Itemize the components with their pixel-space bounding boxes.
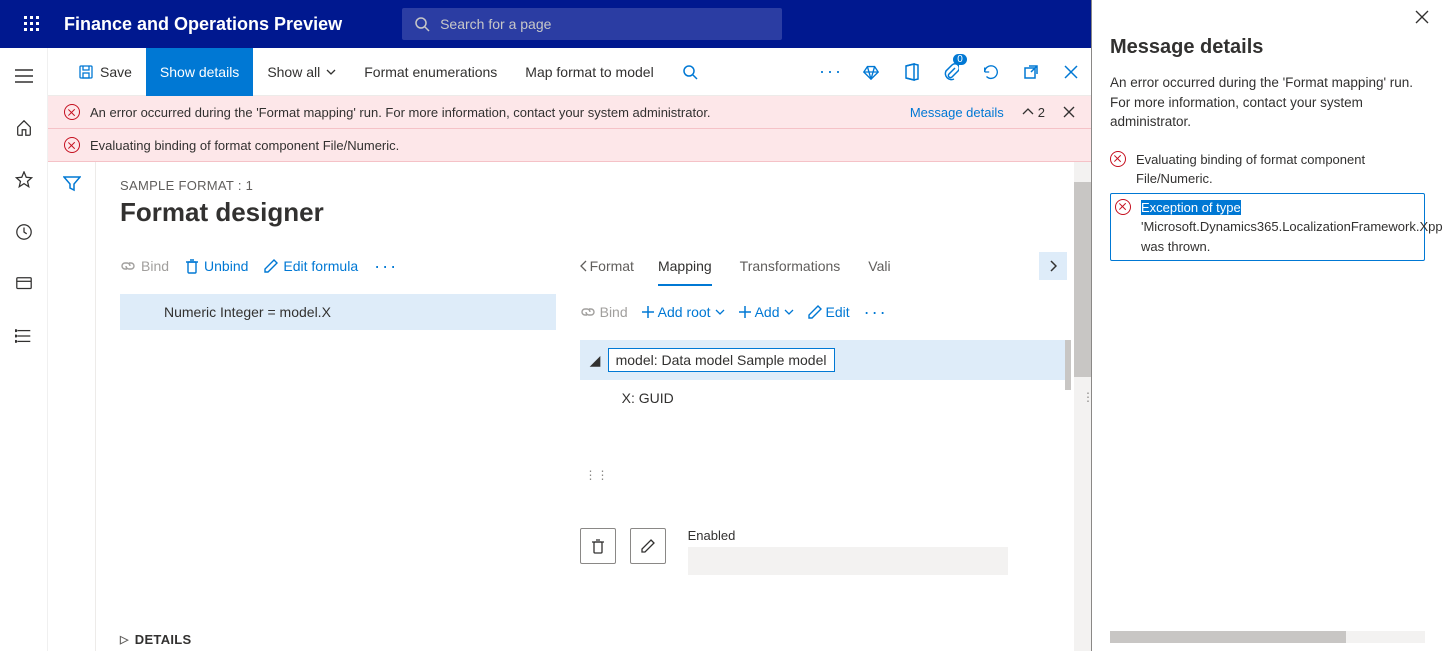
- tab-overflow-icon[interactable]: [1039, 252, 1067, 280]
- home-icon[interactable]: [12, 116, 36, 140]
- mapping-tabs: Format Mapping Transformations Vali: [580, 246, 1067, 286]
- error-icon: [64, 137, 80, 153]
- tree-child-row[interactable]: X: GUID: [580, 380, 1067, 416]
- workspace-icon[interactable]: [12, 272, 36, 296]
- right-toolbar: Bind Add root Add: [580, 292, 1067, 332]
- attach-icon[interactable]: 0: [931, 48, 971, 96]
- error-icon: [1110, 151, 1126, 167]
- panel-hscroll-thumb[interactable]: [1110, 631, 1346, 643]
- app-title: Finance and Operations Preview: [64, 14, 342, 35]
- more-icon[interactable]: ···: [864, 302, 888, 323]
- error-icon: [1115, 199, 1131, 215]
- refresh-icon[interactable]: [971, 48, 1011, 96]
- content: SAMPLE FORMAT : 1 Format designer Bind U…: [96, 162, 1091, 651]
- bind-button[interactable]: Bind: [120, 258, 169, 274]
- hamburger-icon[interactable]: [12, 64, 36, 88]
- show-details-button[interactable]: Show details: [146, 48, 253, 96]
- save-button[interactable]: Save: [64, 48, 146, 96]
- panel-hscroll[interactable]: [1110, 631, 1425, 643]
- more-icon[interactable]: ···: [374, 256, 398, 277]
- error-banner-1: An error occurred during the 'Format map…: [48, 96, 1091, 129]
- show-all-button[interactable]: Show all: [253, 48, 350, 96]
- left-rail: [0, 48, 48, 651]
- search-action-icon[interactable]: [668, 48, 712, 96]
- panel-title: Message details: [1110, 36, 1425, 59]
- caret-right-icon: ▷: [120, 633, 129, 646]
- breadcrumb: SAMPLE FORMAT : 1: [120, 178, 1067, 193]
- tree-root-label[interactable]: model: Data model Sample model: [608, 348, 835, 372]
- banner-collapse[interactable]: 2: [1022, 105, 1045, 120]
- body: SAMPLE FORMAT : 1 Format designer Bind U…: [48, 162, 1091, 651]
- main: Save Show details Show all Format enumer…: [48, 48, 1091, 651]
- more-icon[interactable]: ···: [811, 48, 851, 96]
- attach-badge: 0: [953, 54, 967, 65]
- panel-message-2[interactable]: Exception of type 'Microsoft.Dynamics365…: [1110, 193, 1425, 262]
- panel-message-text: Exception of type 'Microsoft.Dynamics365…: [1141, 198, 1443, 257]
- filter-column: [48, 162, 96, 651]
- search-input[interactable]: Search for a page: [402, 8, 782, 40]
- bottom-tools: Enabled: [580, 528, 1008, 575]
- tab-validations[interactable]: Vali: [854, 246, 904, 286]
- panel-summary: An error occurred during the 'Format map…: [1110, 73, 1425, 132]
- star-icon[interactable]: [12, 168, 36, 192]
- caret-down-icon[interactable]: ◢: [590, 352, 600, 369]
- edit-icon-button[interactable]: [630, 528, 666, 564]
- edit-formula-button[interactable]: Edit formula: [264, 258, 358, 274]
- error-banner-2: Evaluating binding of format component F…: [48, 129, 1091, 162]
- page-title: Format designer: [120, 197, 1067, 228]
- bind-button-right[interactable]: Bind: [580, 304, 628, 320]
- scroll-thumb[interactable]: [1074, 182, 1091, 378]
- tree-root-row[interactable]: ◢ model: Data model Sample model: [580, 340, 1067, 380]
- details-expander[interactable]: ▷ DETAILS: [120, 632, 192, 647]
- format-node[interactable]: Numeric Integer = model.X: [120, 294, 556, 330]
- error-icon: [64, 104, 80, 120]
- action-bar: Save Show details Show all Format enumer…: [48, 48, 1091, 96]
- add-root-button[interactable]: Add root: [642, 304, 725, 320]
- add-button[interactable]: Add: [739, 304, 794, 320]
- tab-back[interactable]: Format: [580, 258, 634, 274]
- enabled-label: Enabled: [688, 528, 1008, 543]
- enabled-input[interactable]: [688, 547, 1008, 575]
- format-tree-column: Bind Unbind Edit formula ··· Numeric Int…: [120, 246, 556, 635]
- left-toolbar: Bind Unbind Edit formula ···: [120, 246, 556, 286]
- banner-close-icon[interactable]: [1063, 106, 1075, 118]
- tab-mapping[interactable]: Mapping: [644, 246, 726, 286]
- panel-close-icon[interactable]: [1415, 10, 1429, 24]
- panel-message-text: Evaluating binding of format component F…: [1136, 150, 1425, 189]
- delete-button[interactable]: [580, 528, 616, 564]
- diamond-icon[interactable]: [851, 48, 891, 96]
- office-icon[interactable]: [891, 48, 931, 96]
- popout-icon[interactable]: [1011, 48, 1051, 96]
- mapping-column: Format Mapping Transformations Vali Bind: [580, 246, 1067, 635]
- search-placeholder: Search for a page: [440, 16, 551, 32]
- panel-message-1[interactable]: Evaluating binding of format component F…: [1110, 146, 1425, 193]
- recent-icon[interactable]: [12, 220, 36, 244]
- enabled-field: Enabled: [688, 528, 1008, 575]
- unbind-button[interactable]: Unbind: [185, 258, 248, 274]
- error-text: Evaluating binding of format component F…: [90, 138, 399, 153]
- tree-scroll-thumb[interactable]: [1065, 340, 1071, 390]
- map-format-button[interactable]: Map format to model: [511, 48, 667, 96]
- error-text: An error occurred during the 'Format map…: [90, 105, 711, 120]
- scroll-track[interactable]: [1074, 162, 1091, 651]
- filter-icon[interactable]: [63, 176, 81, 651]
- edit-button[interactable]: Edit: [808, 304, 850, 320]
- waffle-icon[interactable]: [8, 0, 56, 48]
- close-page-icon[interactable]: [1051, 48, 1091, 96]
- format-enumerations-button[interactable]: Format enumerations: [350, 48, 511, 96]
- tab-transformations[interactable]: Transformations: [726, 246, 855, 286]
- modules-icon[interactable]: [12, 324, 36, 348]
- message-details-panel: Message details An error occurred during…: [1091, 0, 1443, 651]
- message-details-link[interactable]: Message details: [910, 105, 1004, 120]
